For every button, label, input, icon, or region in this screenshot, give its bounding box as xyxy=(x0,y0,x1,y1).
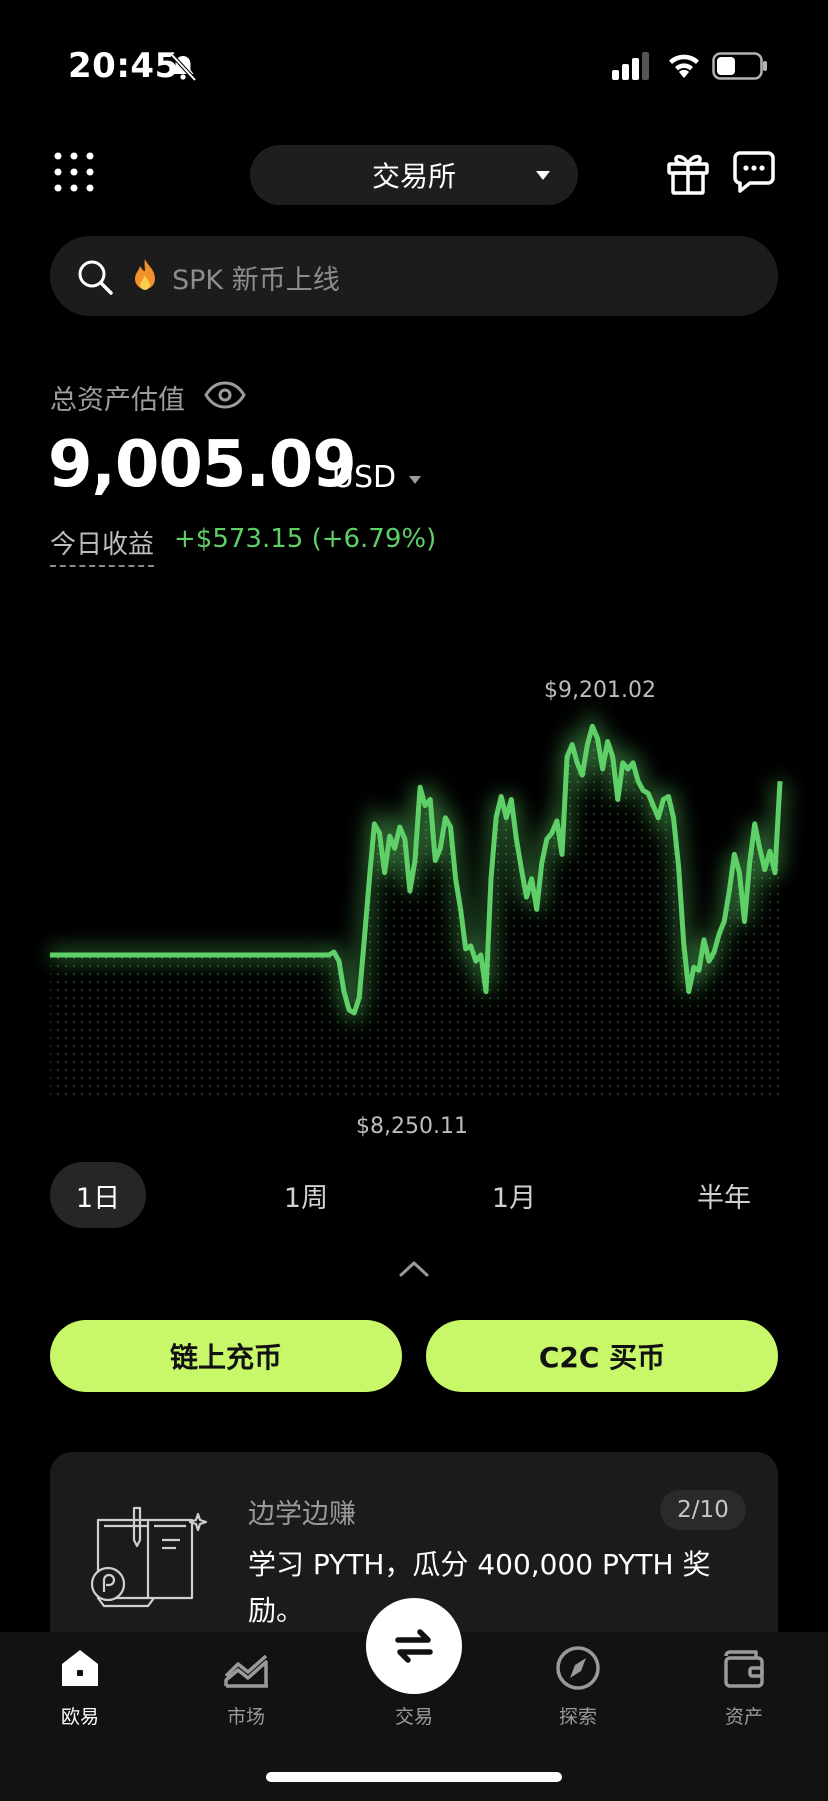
range-tab-1m[interactable]: 1月 xyxy=(466,1162,562,1228)
home-indicator xyxy=(266,1772,562,1782)
search-bar[interactable] xyxy=(50,236,778,316)
chart-area-fill xyxy=(50,726,780,1100)
range-tab-1w[interactable]: 1周 xyxy=(258,1162,354,1228)
message-icon[interactable] xyxy=(732,150,776,194)
total-balance: 9,005.09 xyxy=(48,428,357,502)
tab-label-explore[interactable]: 探索 xyxy=(528,1702,628,1729)
market-chart-icon xyxy=(224,1654,268,1688)
tab-explore[interactable] xyxy=(554,1644,602,1692)
card-description: 学习 PYTH，瓜分 400,000 PYTH 奖励。 xyxy=(248,1548,711,1627)
today-pnl-value: +$573.15 (+6.79%) xyxy=(174,524,437,554)
chart-high-label: $9,201.02 xyxy=(544,678,656,703)
range-tab-6m[interactable]: 半年 xyxy=(676,1162,772,1228)
currency-selector[interactable]: USD xyxy=(332,460,396,495)
exchange-mode-selector[interactable]: 交易所 xyxy=(250,145,578,205)
tab-assets[interactable] xyxy=(720,1644,768,1692)
card-title: 边学边赚 xyxy=(248,1499,356,1530)
today-pnl-label[interactable]: 今日收益 xyxy=(50,524,155,567)
app-grid-icon[interactable] xyxy=(54,152,94,192)
onchain-deposit-button[interactable]: 链上充币 xyxy=(50,1320,402,1392)
tab-market[interactable] xyxy=(222,1644,270,1692)
status-time: 20:45 xyxy=(68,46,179,86)
eye-icon[interactable] xyxy=(204,380,246,410)
search-placeholder: SPK 新币上线 xyxy=(172,265,340,296)
book-pyth-icon xyxy=(90,1506,208,1608)
tab-trade[interactable] xyxy=(366,1598,462,1694)
tab-label-trade[interactable]: 交易 xyxy=(364,1702,464,1729)
chart-low-label: $8,250.11 xyxy=(356,1114,468,1139)
caret-down-icon[interactable] xyxy=(409,476,421,484)
c2c-buy-button[interactable]: C2C 买币 xyxy=(426,1320,778,1392)
home-icon xyxy=(62,1650,98,1686)
tab-label-home[interactable]: 欧易 xyxy=(30,1702,130,1729)
tab-label-assets[interactable]: 资产 xyxy=(694,1702,794,1729)
balance-chart[interactable] xyxy=(0,660,828,1140)
wifi-icon xyxy=(669,54,699,78)
search-icon xyxy=(78,260,113,295)
tab-label-market[interactable]: 市场 xyxy=(196,1702,296,1729)
swap-arrows-icon xyxy=(395,1629,433,1663)
gift-icon[interactable] xyxy=(666,150,710,196)
fire-icon xyxy=(135,259,155,290)
wallet-icon xyxy=(724,1650,764,1688)
cellular-signal-icon xyxy=(612,52,649,80)
battery-icon xyxy=(712,52,767,80)
compass-icon xyxy=(556,1646,600,1690)
range-tab-1d[interactable]: 1日 xyxy=(50,1162,146,1228)
chevron-up-icon[interactable] xyxy=(398,1258,430,1278)
total-assets-label: 总资产估值 xyxy=(50,385,185,416)
exchange-mode-label: 交易所 xyxy=(371,160,456,193)
tab-home[interactable] xyxy=(56,1644,104,1692)
caret-down-icon xyxy=(536,171,550,180)
bell-muted-icon xyxy=(170,53,197,82)
progress-badge: 2/10 xyxy=(660,1490,746,1530)
